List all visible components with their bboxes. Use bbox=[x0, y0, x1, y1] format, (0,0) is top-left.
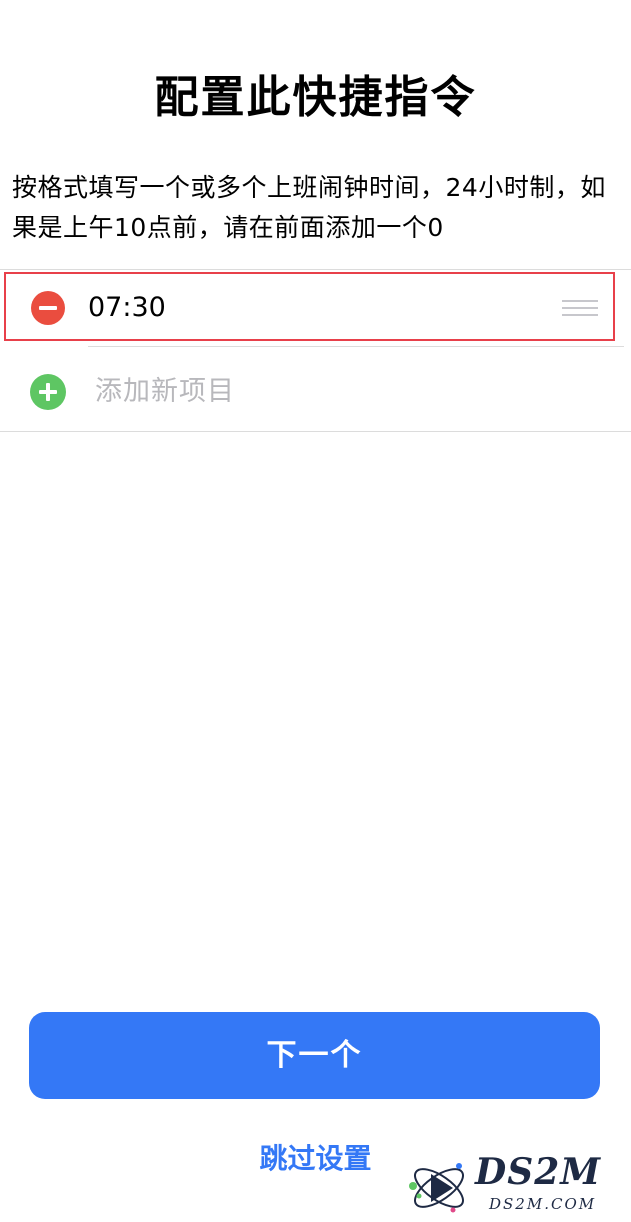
instructions-text: 按格式填写一个或多个上班闹钟时间，24小时制，如果是上午10点前，请在前面添加一… bbox=[12, 173, 606, 242]
minus-circle-icon[interactable] bbox=[31, 291, 65, 325]
watermark-domain: DS2M.COM bbox=[489, 1195, 597, 1213]
plus-circle-icon[interactable] bbox=[30, 374, 66, 410]
watermark-brand: DS2M bbox=[475, 1151, 602, 1193]
divider bbox=[88, 346, 624, 347]
list-item[interactable]: 07:30 bbox=[4, 272, 615, 341]
divider bbox=[0, 431, 631, 432]
next-button[interactable]: 下一个 bbox=[29, 1012, 600, 1099]
watermark: DS2M DS2M.COM bbox=[405, 1152, 627, 1220]
atom-logo-icon bbox=[409, 1163, 464, 1213]
add-item-placeholder[interactable]: 添加新项目 bbox=[95, 372, 235, 412]
add-item-row[interactable]: 添加新项目 bbox=[0, 350, 631, 432]
list-item-value[interactable]: 07:30 bbox=[88, 289, 166, 327]
divider bbox=[0, 269, 631, 270]
drag-handle-icon[interactable] bbox=[562, 300, 598, 318]
page-title: 配置此快捷指令 bbox=[154, 72, 477, 123]
